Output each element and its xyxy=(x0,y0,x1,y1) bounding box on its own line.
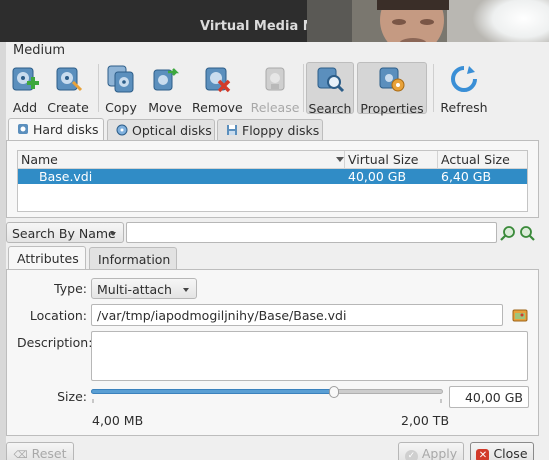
release-disk-icon xyxy=(260,64,290,94)
remove-disk-icon xyxy=(202,64,232,94)
release-button[interactable]: Release xyxy=(250,62,300,115)
close-button[interactable]: ✕ Close xyxy=(470,442,534,460)
search-input[interactable] xyxy=(126,222,497,243)
search-next-icon[interactable] xyxy=(519,225,535,241)
cell-name: Base.vdi xyxy=(39,169,93,184)
search-disk-icon xyxy=(315,65,345,95)
size-input[interactable]: 40,00 GB xyxy=(449,386,529,408)
refresh-label: Refresh xyxy=(440,100,488,115)
add-button[interactable]: Add xyxy=(8,62,42,115)
folder-browse-icon[interactable] xyxy=(512,307,528,323)
toolbar-separator xyxy=(433,64,434,112)
apply-button[interactable]: ✓ Apply xyxy=(398,442,464,460)
add-label: Add xyxy=(12,100,38,115)
toolbar-separator xyxy=(98,64,99,112)
attributes-panel: Type: Multi-attach Location: /var/tmp/ia… xyxy=(6,269,539,436)
cell-actual-size: 6,40 GB xyxy=(441,169,492,184)
slider-handle[interactable] xyxy=(329,386,339,398)
tab-information[interactable]: Information xyxy=(89,247,177,270)
move-disk-icon xyxy=(150,64,180,94)
tab-optical-disks[interactable]: Optical disks xyxy=(107,119,215,141)
chevron-down-icon xyxy=(110,232,116,236)
add-disk-icon xyxy=(10,64,40,94)
create-label: Create xyxy=(47,100,89,115)
table-row[interactable]: Base.vdi 40,00 GB 6,40 GB xyxy=(18,169,527,184)
header-separator xyxy=(344,151,345,169)
apply-check-icon: ✓ xyxy=(404,450,418,460)
refresh-icon xyxy=(449,64,479,94)
disk-type-tabs: Hard disks Optical disks Floppy disks xyxy=(6,118,549,141)
type-label: Type: xyxy=(54,281,87,296)
chevron-down-icon xyxy=(183,288,189,292)
move-label: Move xyxy=(148,100,182,115)
properties-button[interactable]: Properties xyxy=(357,62,427,116)
create-button[interactable]: Create xyxy=(46,62,90,115)
location-label: Location: xyxy=(29,308,87,323)
search-row: Search By Name xyxy=(6,220,549,244)
remove-button[interactable]: Remove xyxy=(192,62,243,115)
disk-list-panel: Name Virtual Size Actual Size Base.vdi 4… xyxy=(6,140,539,218)
tab-optical-disks-label: Optical disks xyxy=(132,123,212,138)
copy-label: Copy xyxy=(105,100,137,115)
size-min-label: 4,00 MB xyxy=(92,413,144,428)
search-mode-value: Search By Name xyxy=(12,226,116,241)
window-title: Virtual Media Ma xyxy=(200,19,325,34)
menubar: Medium xyxy=(6,42,549,60)
tab-floppy-disks[interactable]: Floppy disks xyxy=(217,119,323,141)
apply-label: Apply xyxy=(421,446,458,460)
close-label: Close xyxy=(493,446,528,460)
move-button[interactable]: Move xyxy=(146,62,184,115)
size-label: Size: xyxy=(57,389,87,404)
create-disk-icon xyxy=(53,64,83,94)
optical-disk-icon xyxy=(116,124,128,136)
properties-disk-icon xyxy=(377,65,407,95)
reset-icon: ⌫ xyxy=(13,450,28,460)
properties-label: Properties xyxy=(360,101,424,116)
type-select[interactable]: Multi-attach xyxy=(91,278,197,299)
cell-virtual-size: 40,00 GB xyxy=(348,169,407,184)
disk-tree[interactable]: Name Virtual Size Actual Size Base.vdi 4… xyxy=(17,150,528,212)
refresh-button[interactable]: Refresh xyxy=(438,62,490,115)
remove-label: Remove xyxy=(192,100,243,115)
slider-fill xyxy=(91,389,334,394)
close-icon: ✕ xyxy=(476,449,490,460)
description-field[interactable] xyxy=(91,331,528,381)
header-actual-size[interactable]: Actual Size xyxy=(441,152,510,167)
size-slider[interactable] xyxy=(91,384,443,404)
header-name[interactable]: Name xyxy=(21,152,58,167)
search-label: Search xyxy=(308,101,352,116)
header-separator xyxy=(437,151,438,169)
table-header: Name Virtual Size Actual Size xyxy=(18,151,527,169)
tab-floppy-disks-label: Floppy disks xyxy=(242,123,320,138)
type-value: Multi-attach xyxy=(97,282,172,297)
toolbar-separator xyxy=(303,64,304,112)
location-field[interactable]: /var/tmp/iapodmogiljnihy/Base/Base.vdi xyxy=(91,304,503,326)
toolbar: Add Create Copy Move Remove Release Sear… xyxy=(6,60,549,116)
copy-button[interactable]: Copy xyxy=(103,62,139,115)
attribute-tabs: Attributes Information xyxy=(6,246,549,270)
tab-hard-disks-label: Hard disks xyxy=(33,122,99,137)
floppy-disk-icon xyxy=(226,124,238,136)
header-virtual-size[interactable]: Virtual Size xyxy=(348,152,418,167)
tab-hard-disks[interactable]: Hard disks xyxy=(8,118,104,141)
reset-label: Reset xyxy=(31,446,67,460)
release-label: Release xyxy=(250,100,300,115)
search-button[interactable]: Search xyxy=(306,62,354,116)
slider-ticks xyxy=(92,399,442,403)
hard-disk-icon xyxy=(17,123,29,135)
tab-attributes[interactable]: Attributes xyxy=(8,246,86,270)
copy-disk-icon xyxy=(106,64,136,94)
description-label: Description: xyxy=(17,335,93,350)
search-mode-select[interactable]: Search By Name xyxy=(6,222,124,243)
reset-button[interactable]: ⌫ Reset xyxy=(6,442,74,460)
sort-down-icon xyxy=(336,157,344,162)
menu-medium[interactable]: Medium xyxy=(13,43,65,58)
size-max-label: 2,00 TB xyxy=(401,413,450,428)
search-previous-icon[interactable] xyxy=(500,225,516,241)
